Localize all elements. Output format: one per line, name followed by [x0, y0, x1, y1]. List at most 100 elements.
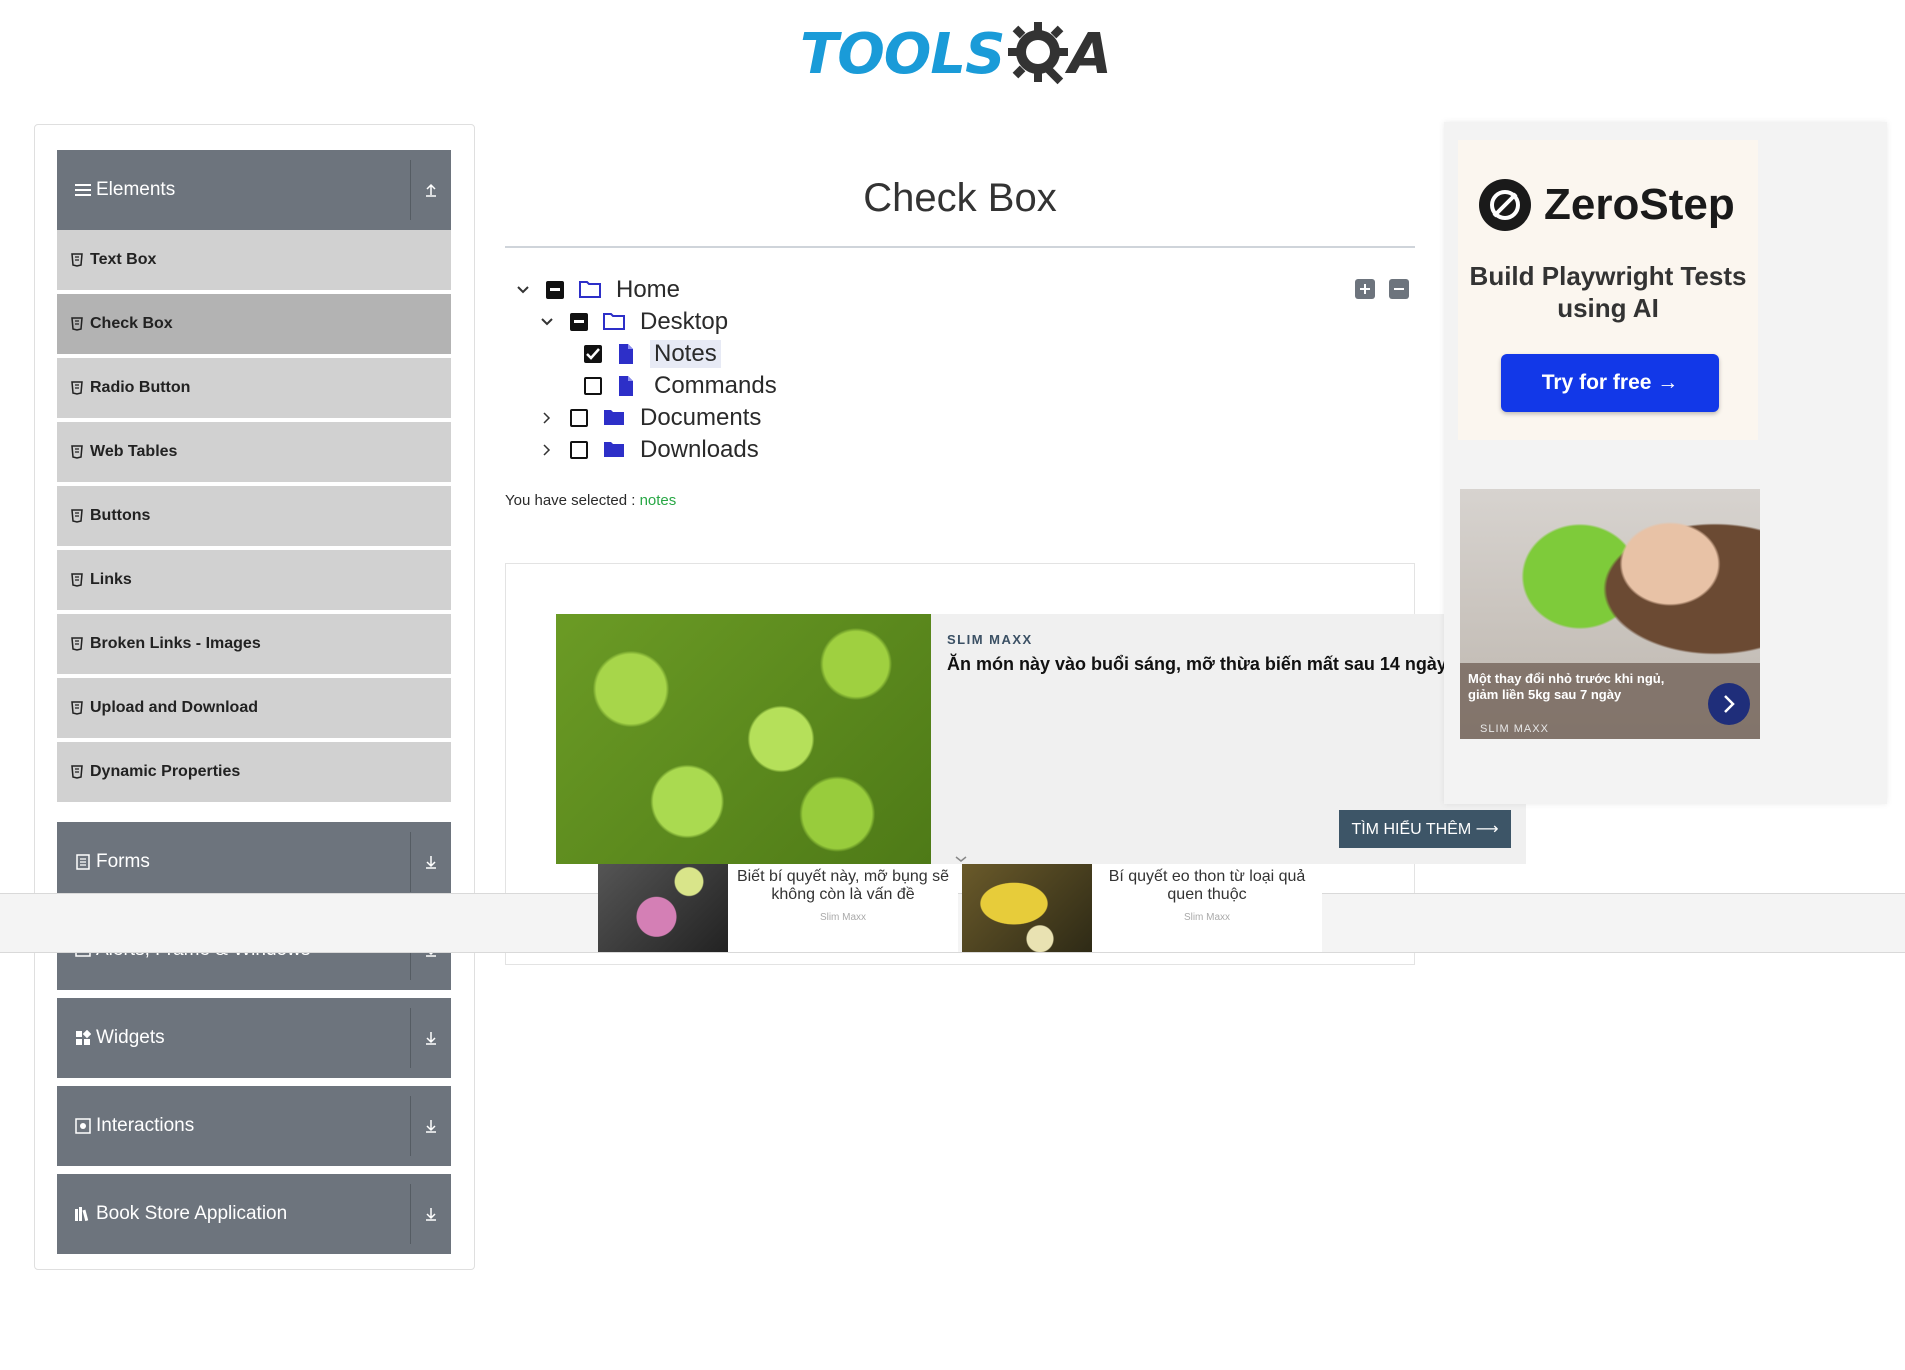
sidebar-item-label: Web Tables	[90, 443, 178, 460]
tree-node-label[interactable]: Notes	[650, 340, 721, 368]
logo-text: TOOLS	[800, 21, 1005, 87]
chevron-right-icon[interactable]	[538, 441, 556, 459]
collapse-all-button[interactable]	[1389, 279, 1409, 299]
sidebar-item-label: Links	[90, 571, 132, 588]
chevron-right-icon[interactable]	[538, 409, 556, 427]
html-icon	[71, 573, 83, 587]
tree-node-label[interactable]: Commands	[650, 372, 781, 400]
sidebar-item-label: Radio Button	[90, 379, 191, 396]
sidebar-item-label: Text Box	[90, 251, 157, 268]
sidebar-item-upload-download[interactable]: Upload and Download	[57, 678, 451, 740]
divider	[410, 1184, 411, 1244]
sidebar-item-label: Broken Links - Images	[90, 635, 261, 652]
sidebar-item-dynamic-properties[interactable]: Dynamic Properties	[57, 742, 451, 804]
result-value: notes	[639, 492, 677, 509]
expand-arrow-icon[interactable]	[419, 998, 443, 1078]
expand-arrow-icon[interactable]	[419, 822, 443, 902]
group-forms[interactable]: Forms	[57, 822, 451, 902]
hamburger-icon	[74, 183, 92, 197]
interactions-icon	[74, 1118, 92, 1134]
folder-icon	[602, 439, 626, 461]
ad-text[interactable]: Một thay đổi nhỏ trước khi ngủ, giảm liề…	[1468, 671, 1698, 703]
tree-node-home[interactable]: Home	[514, 275, 684, 305]
sidebar-item-links[interactable]: Links	[57, 550, 451, 612]
sidebar-item-buttons[interactable]: Buttons	[57, 486, 451, 548]
tree-node-label[interactable]: Documents	[636, 404, 765, 432]
group-label: Elements	[96, 179, 176, 200]
sidebar-item-label: Buttons	[90, 507, 151, 524]
divider	[505, 246, 1415, 248]
checkbox-unchecked[interactable]	[570, 441, 588, 459]
collapse-arrow-icon[interactable]	[419, 150, 443, 230]
sidebar-item-broken-links[interactable]: Broken Links - Images	[57, 614, 451, 676]
logo-suffix: A	[1068, 21, 1112, 87]
toolsqa-logo[interactable]: TOOLS A	[800, 14, 1130, 94]
divider	[410, 1096, 411, 1156]
group-interactions[interactable]: Interactions	[57, 1086, 451, 1166]
chevron-down-icon[interactable]	[514, 281, 532, 299]
zerostep-tagline: Build Playwright Tests using AI	[1469, 261, 1747, 323]
ad-overlay: Một thay đổi nhỏ trước khi ngủ, giảm liề…	[1460, 663, 1760, 739]
ad-slimmaxx-side[interactable]: Một thay đổi nhỏ trước khi ngủ, giảm liề…	[1460, 489, 1760, 739]
html-icon	[71, 381, 83, 395]
expand-arrow-icon[interactable]	[419, 1174, 443, 1254]
ad-tile-1[interactable]: Biết bí quyết này, mỡ bụng sẽ không còn …	[598, 864, 958, 952]
ad-source: SLIM MAXX	[1480, 723, 1549, 735]
checkbox-unchecked[interactable]	[570, 409, 588, 427]
checkbox-unchecked[interactable]	[584, 377, 602, 395]
expand-arrow-icon[interactable]	[419, 1086, 443, 1166]
tree-node-documents[interactable]: Documents	[538, 403, 765, 433]
chevron-right-icon[interactable]	[1708, 683, 1750, 725]
ad-tile-source: Slim Maxx	[1183, 912, 1231, 923]
sidebar-item-label: Dynamic Properties	[90, 763, 241, 780]
divider	[410, 832, 411, 892]
tree-node-downloads[interactable]: Downloads	[538, 435, 763, 465]
selection-result: You have selected : notes	[505, 492, 676, 509]
checkbox-checked[interactable]	[584, 345, 602, 363]
tree-node-desktop[interactable]: Desktop	[538, 307, 732, 337]
group-elements[interactable]: Elements	[57, 150, 451, 230]
checkbox-partial[interactable]	[570, 313, 588, 331]
ad-image[interactable]	[556, 614, 931, 864]
file-icon	[616, 375, 640, 397]
sidebar-item-text-box[interactable]: Text Box	[57, 230, 451, 292]
group-label: Widgets	[96, 1027, 165, 1048]
ad-zerostep[interactable]: ZeroStep Build Playwright Tests using AI…	[1458, 140, 1758, 440]
ad-tile-image[interactable]	[962, 864, 1092, 952]
ad-cta-button[interactable]: TÌM HIỂU THÊM ⟶	[1339, 810, 1511, 848]
books-icon	[74, 1206, 92, 1222]
group-label: Forms	[96, 851, 150, 872]
tree-node-label[interactable]: Desktop	[636, 308, 732, 336]
sidebar-item-radio-button[interactable]: Radio Button	[57, 358, 451, 420]
sidebar-item-web-tables[interactable]: Web Tables	[57, 422, 451, 484]
ad-tile-text[interactable]: Bí quyết eo thon từ loại quả quen thuộc	[1092, 868, 1322, 904]
ad-tile-image[interactable]	[598, 864, 728, 952]
page-title: Check Box	[863, 176, 1057, 220]
result-prefix: You have selected :	[505, 492, 636, 509]
html-icon	[71, 253, 83, 267]
sidebar: Elements Text Box Check Box Radio Button…	[34, 124, 475, 1270]
tree-node-commands[interactable]: Commands	[584, 371, 781, 401]
group-widgets[interactable]: Widgets	[57, 998, 451, 1078]
form-icon	[74, 854, 92, 870]
sidebar-item-label: Check Box	[90, 315, 173, 332]
page: TOOLS A Elements Text Box Check Box Radi…	[0, 0, 1905, 1370]
tree-node-notes[interactable]: Notes	[584, 339, 721, 369]
html-icon	[71, 509, 83, 523]
gear-icon	[1006, 20, 1074, 88]
ad-headline[interactable]: Ăn món này vào buổi sáng, mỡ thừa biến m…	[947, 654, 1447, 675]
tree-node-label[interactable]: Home	[612, 276, 684, 304]
group-book-store[interactable]: Book Store Application	[57, 1174, 451, 1254]
ad-tile-2[interactable]: Bí quyết eo thon từ loại quả quen thuộc …	[962, 864, 1322, 952]
tree-node-label[interactable]: Downloads	[636, 436, 763, 464]
checkbox-partial[interactable]	[546, 281, 564, 299]
expand-all-button[interactable]	[1355, 279, 1375, 299]
ad-banner-slimmaxx[interactable]: SLIM MAXX Ăn món này vào buổi sáng, mỡ t…	[556, 614, 1526, 864]
sidebar-item-label: Upload and Download	[90, 699, 258, 716]
chevron-down-icon[interactable]	[538, 313, 556, 331]
ad-tile-text[interactable]: Biết bí quyết này, mỡ bụng sẽ không còn …	[728, 868, 958, 904]
try-for-free-button[interactable]: Try for free →	[1501, 354, 1719, 412]
sidebar-item-check-box[interactable]: Check Box	[57, 294, 451, 356]
zerostep-icon	[1479, 179, 1531, 231]
folder-open-icon	[602, 311, 626, 333]
